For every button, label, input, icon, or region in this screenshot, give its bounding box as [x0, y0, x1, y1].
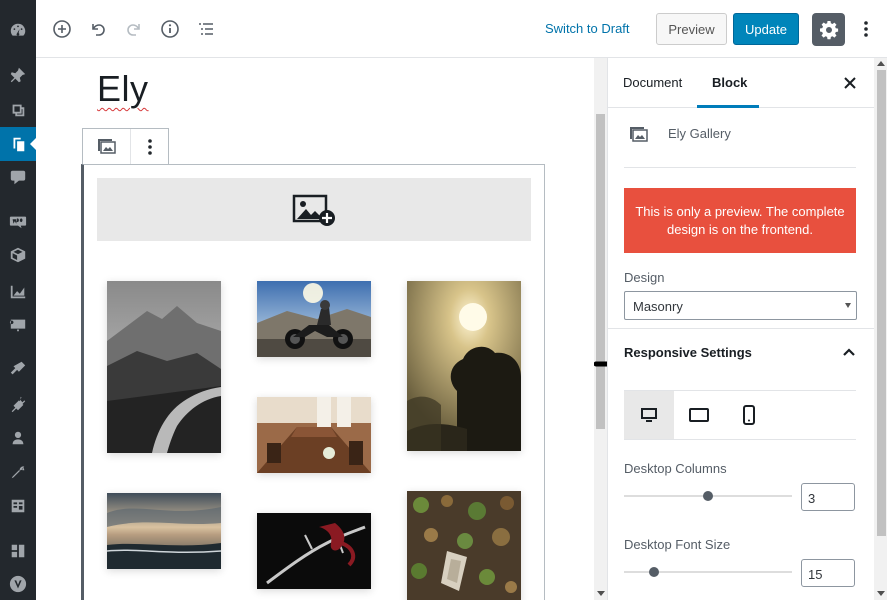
redo-icon[interactable]: [122, 17, 146, 41]
tablet-device-button[interactable]: [674, 391, 724, 439]
app-window: Switch to Draft Preview Update Ely Docum…: [0, 0, 887, 600]
undo-icon[interactable]: [86, 17, 110, 41]
tab-block[interactable]: Block: [712, 75, 747, 90]
tools-icon[interactable]: [0, 460, 36, 484]
desktop-columns-label: Desktop Columns: [624, 461, 727, 476]
forest-floor-photo[interactable]: [407, 491, 521, 600]
block-type-button[interactable]: [83, 129, 132, 164]
panel-divider: [608, 328, 874, 329]
scroll-down-arrow-icon[interactable]: [877, 591, 885, 596]
active-tab-indicator: [697, 105, 759, 108]
add-image-icon: [292, 194, 335, 226]
mobile-icon: [743, 405, 755, 425]
vertical-ellipsis-icon: [864, 21, 868, 37]
tab-document[interactable]: Document: [623, 75, 682, 90]
desktop-columns-slider-handle[interactable]: [703, 491, 713, 501]
annotation-arrow-icon: [593, 344, 607, 384]
cafe-table-photo[interactable]: [257, 397, 371, 473]
admin-menu: [0, 0, 36, 600]
gear-icon: [819, 20, 838, 39]
desktop-font-size-input[interactable]: 15: [801, 559, 855, 587]
pin-icon[interactable]: [0, 63, 36, 87]
info-icon[interactable]: [158, 17, 182, 41]
pages-icon[interactable]: [0, 127, 36, 161]
woocommerce-icon[interactable]: [0, 210, 36, 234]
scroll-up-arrow-icon[interactable]: [877, 61, 885, 66]
foggy-tree-photo[interactable]: [407, 281, 521, 451]
block-toolbar: [82, 128, 169, 165]
close-icon: [844, 77, 856, 89]
analytics-icon[interactable]: [0, 280, 36, 304]
dashboard-icon[interactable]: [0, 18, 36, 42]
scroll-down-arrow-icon[interactable]: [597, 591, 605, 596]
design-label: Design: [624, 270, 665, 285]
switch-to-draft-link[interactable]: Switch to Draft: [545, 21, 630, 36]
motorcycle-photo[interactable]: [257, 281, 371, 357]
sidebar-scrollbar[interactable]: [874, 58, 887, 600]
desktop-icon: [641, 408, 657, 422]
appearance-icon[interactable]: [0, 357, 36, 381]
tablet-icon: [689, 408, 709, 422]
editor-canvas: Ely: [36, 58, 607, 600]
block-name: Ely Gallery: [668, 126, 731, 141]
desktop-device-button[interactable]: [624, 391, 674, 439]
add-media-button[interactable]: [97, 178, 531, 241]
desktop-font-size-slider-handle[interactable]: [649, 567, 659, 577]
theme-logo-icon[interactable]: [0, 572, 36, 596]
vertical-ellipsis-icon: [147, 138, 152, 155]
red-ribbon-branch-photo[interactable]: [257, 513, 371, 589]
sidebar-scrollbar-thumb[interactable]: [877, 70, 886, 536]
settings-icon[interactable]: [0, 494, 36, 518]
design-select-value: Masonry: [633, 299, 683, 314]
comments-icon[interactable]: [0, 165, 36, 189]
device-switcher: [624, 390, 856, 440]
plugins-icon[interactable]: [0, 392, 36, 416]
chevron-up-icon[interactable]: [842, 345, 856, 359]
update-button[interactable]: Update: [733, 13, 799, 45]
close-sidebar-button[interactable]: [842, 73, 858, 93]
settings-sidebar: Document Block Ely Gallery This is only …: [607, 58, 887, 600]
sidebar-tabs: Document Block: [608, 58, 874, 108]
block-more-options-button[interactable]: [131, 129, 168, 164]
desktop-font-size-label: Desktop Font Size: [624, 537, 731, 552]
users-icon[interactable]: [0, 426, 36, 450]
preview-button[interactable]: Preview: [656, 13, 727, 45]
design-select[interactable]: Masonry: [624, 291, 857, 320]
block-card: Ely Gallery: [624, 118, 856, 168]
products-icon[interactable]: [0, 243, 36, 267]
add-block-icon[interactable]: [50, 17, 74, 41]
chevron-down-icon: [845, 303, 851, 308]
post-title[interactable]: Ely: [97, 68, 149, 110]
preview-notice: This is only a preview. The complete des…: [624, 188, 856, 253]
media-icon[interactable]: [0, 98, 36, 122]
block-navigation-icon[interactable]: [194, 17, 218, 41]
responsive-settings-toggle[interactable]: Responsive Settings: [624, 345, 752, 360]
editor-toolbar: Switch to Draft Preview Update: [36, 0, 887, 58]
settings-toggle-button[interactable]: [812, 13, 845, 46]
gallery-icon: [97, 138, 116, 154]
desktop-columns-input[interactable]: 3: [801, 483, 855, 511]
sea-sunset-photo[interactable]: [107, 493, 221, 569]
mountain-road-photo[interactable]: [107, 281, 221, 453]
marketing-icon[interactable]: [0, 313, 36, 337]
layout-icon[interactable]: [0, 539, 36, 563]
more-menu-button[interactable]: [856, 17, 876, 41]
mobile-device-button[interactable]: [724, 391, 774, 439]
editor-scrollbar[interactable]: [594, 58, 607, 600]
gallery-icon: [630, 127, 648, 142]
